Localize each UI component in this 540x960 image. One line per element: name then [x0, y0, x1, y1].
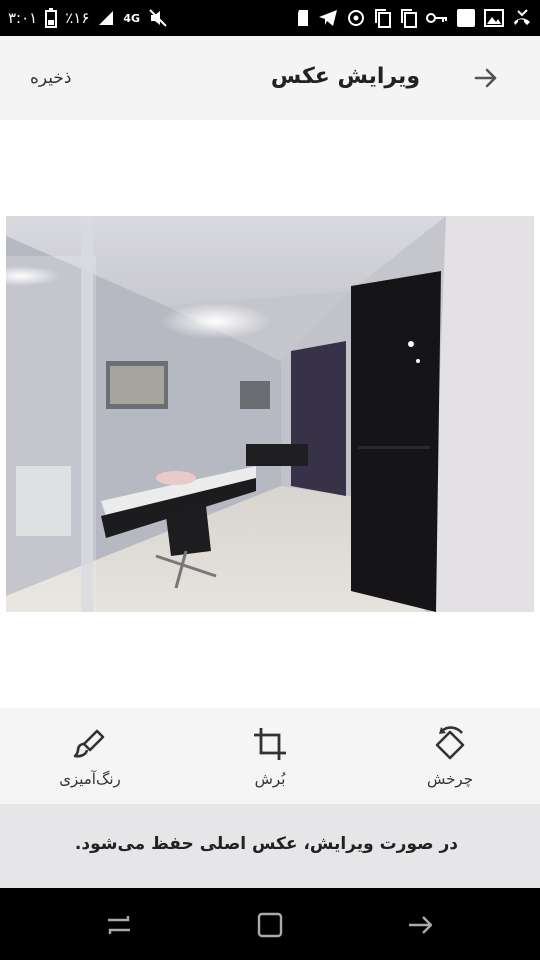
recent-apps-icon[interactable]: [104, 910, 134, 940]
tool-paint-label: رنگ‌آمیزی: [59, 770, 121, 788]
image-icon: [484, 8, 504, 28]
copy-icon: [400, 8, 418, 28]
copy-icon: [374, 8, 392, 28]
image-canvas[interactable]: [0, 120, 540, 708]
key-icon: [426, 11, 448, 25]
crop-icon: [250, 724, 290, 764]
network-4g: 4G: [123, 11, 141, 25]
edit-toolbar: رنگ‌آمیزی بُرش چرخش: [0, 708, 540, 804]
arrow-right-icon[interactable]: [472, 64, 500, 92]
telegram-icon: [318, 9, 338, 27]
status-left: ۳:۰۱ ٪۱۶ 4G: [8, 0, 168, 36]
mute-icon: [148, 8, 168, 28]
sd-card-icon: [296, 9, 310, 27]
notice-text: در صورت ویرایش، عکس اصلی حفظ می‌شود.: [74, 834, 458, 854]
nav-bar: [0, 888, 540, 960]
sync-icon: [346, 8, 366, 28]
tool-crop[interactable]: بُرش: [210, 724, 330, 788]
battery-icon: [45, 8, 58, 28]
app-bar: ذخیره ویرایش عکس: [0, 36, 540, 120]
home-icon[interactable]: [255, 910, 285, 940]
tool-rotate[interactable]: چرخش: [390, 724, 510, 788]
notice-banner: در صورت ویرایش، عکس اصلی حفظ می‌شود.: [0, 804, 540, 888]
save-button[interactable]: ذخیره: [30, 68, 72, 88]
status-bar: ۳:۰۱ ٪۱۶ 4G: [0, 0, 540, 36]
signal-icon: [97, 9, 115, 27]
tool-rotate-label: چرخش: [427, 770, 473, 788]
tool-paint[interactable]: رنگ‌آمیزی: [30, 724, 150, 788]
missed-call-icon: [512, 8, 532, 28]
brush-icon: [70, 724, 110, 764]
page-title: ویرایش عکس: [270, 64, 420, 89]
clock: ۳:۰۱: [8, 9, 38, 27]
square-icon: [456, 8, 476, 28]
photo-preview[interactable]: [6, 216, 534, 612]
tool-crop-label: بُرش: [254, 770, 286, 788]
back-icon[interactable]: [406, 910, 436, 940]
status-right: [296, 0, 532, 36]
rotate-icon: [430, 724, 470, 764]
battery-percent: ٪۱۶: [65, 9, 90, 27]
